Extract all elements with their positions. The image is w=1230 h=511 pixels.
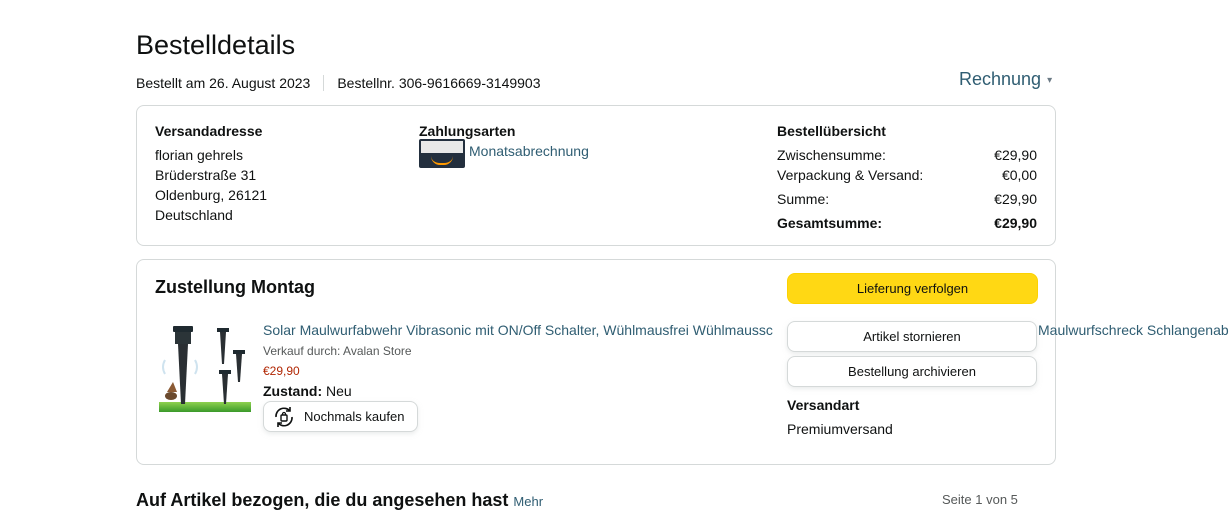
invoice-label: Rechnung — [959, 69, 1042, 89]
summary-row-total: Summe: €29,90 — [777, 191, 1037, 207]
payment-methods-title: Zahlungsarten — [419, 123, 516, 139]
summary-row-shipping: Verpackung & Versand: €0,00 — [777, 167, 1037, 183]
summary-value: €29,90 — [994, 147, 1037, 163]
meta-divider — [323, 75, 325, 91]
summary-label: Gesamtsumme: — [777, 215, 883, 231]
condition-value: Neu — [326, 383, 352, 399]
address-city: Oldenburg, 26121 — [155, 187, 268, 203]
buy-again-label: Nochmals kaufen — [304, 409, 405, 424]
related-items-title: Auf Artikel bezogen, die du angesehen ha… — [136, 490, 509, 510]
summary-label: Summe: — [777, 191, 830, 207]
condition-label: Zustand: — [263, 383, 323, 399]
amazon-card-icon — [419, 139, 465, 168]
track-delivery-button[interactable]: Lieferung verfolgen — [787, 273, 1038, 304]
summary-value: €29,90 — [994, 215, 1037, 231]
summary-label: Zwischensumme: — [777, 147, 886, 163]
address-street: Brüderstraße 31 — [155, 167, 257, 183]
summary-value: €29,90 — [994, 191, 1037, 207]
order-details-page: Bestelldetails Bestellt am 26. August 20… — [0, 0, 1230, 510]
product-title-link[interactable]: Solar Maulwurfabwehr Vibrasonic mit ON/O… — [263, 322, 773, 338]
invoice-dropdown[interactable]: Rechnung ▾ — [959, 69, 1052, 90]
buy-again-button[interactable]: Nochmals kaufen — [263, 401, 418, 432]
address-country: Deutschland — [155, 207, 233, 223]
delivery-card: Zustellung Montag Lieferung verfolgen So… — [136, 259, 1229, 465]
chevron-down-icon: ▾ — [1047, 75, 1053, 86]
shipping-type-title: Versandart — [787, 397, 860, 413]
product-condition: Zustand: Neu — [263, 383, 352, 399]
seller-info: Verkauf durch: Avalan Store — [263, 344, 412, 358]
shipping-address-title: Versandadresse — [155, 123, 263, 139]
solar-spike-image — [159, 322, 251, 412]
summary-label: Verpackung & Versand: — [777, 167, 924, 183]
summary-value: €0,00 — [1001, 167, 1037, 183]
address-name: florian gehrels — [155, 147, 243, 163]
summary-row-subtotal: Zwischensumme: €29,90 — [777, 147, 1037, 163]
page-title: Bestelldetails — [136, 30, 296, 60]
delivery-title: Zustellung Montag — [155, 277, 315, 297]
product-image[interactable] — [159, 322, 251, 412]
order-date: Bestellt am 26. August 2023 — [136, 75, 311, 91]
related-items-heading: Auf Artikel bezogen, die du angesehen ha… — [136, 490, 543, 511]
order-number: Bestellnr. 306-9616669-3149903 — [337, 75, 541, 91]
summary-row-grand-total: Gesamtsumme: €29,90 — [777, 215, 1037, 231]
payment-method-link[interactable]: Monatsabrechnung — [469, 143, 589, 159]
cancel-item-button[interactable]: Artikel stornieren — [787, 321, 1037, 352]
order-meta: Bestellt am 26. August 2023 Bestellnr. 3… — [136, 75, 541, 91]
product-title-link-tail[interactable]: Maulwurfschreck Schlangenab — [1038, 322, 1229, 338]
more-link[interactable]: Mehr — [513, 494, 543, 509]
product-price: €29,90 — [263, 364, 300, 378]
shipping-type-value: Premiumversand — [787, 421, 893, 437]
archive-order-button[interactable]: Bestellung archivieren — [787, 356, 1037, 387]
order-summary-card: Versandadresse florian gehrels Brüderstr… — [136, 105, 1056, 246]
buy-again-icon — [275, 406, 293, 427]
order-summary-title: Bestellübersicht — [777, 123, 886, 139]
